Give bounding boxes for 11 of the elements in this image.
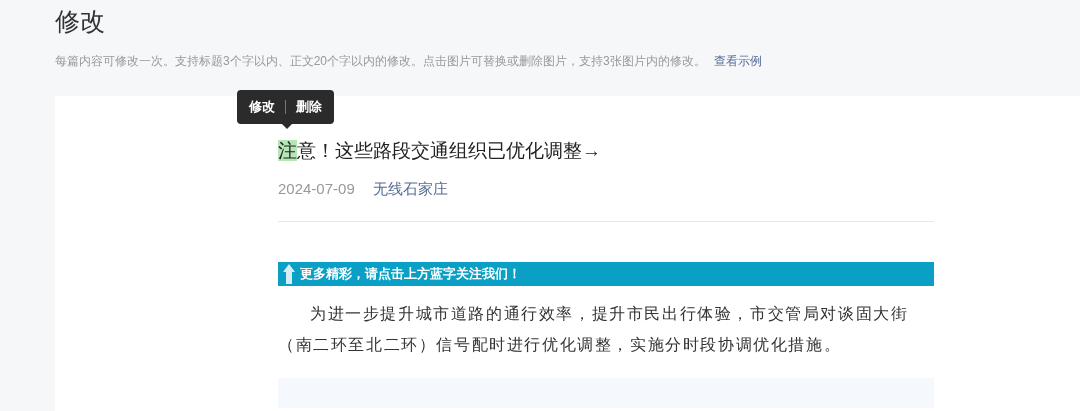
notice-text: 每篇内容可修改一次。支持标题3个字以内、正文20个字以内的修改。点击图片可替换或删除图片，支持3张图片内的修改。 查看示例: [55, 53, 763, 70]
author-link[interactable]: 无线石家庄: [372, 179, 448, 199]
article-paragraph: 为进一步提升城市道路的通行效率，提升市民出行体验，市交管局对谈固大街（南二环至北二环）信号配时进行优化调整，实施分时段协调优化措施。: [278, 304, 910, 355]
arrow-up-icon: [282, 264, 296, 284]
page-title: 修改: [55, 6, 106, 37]
example-link[interactable]: 查看示例: [713, 54, 762, 68]
tooltip-action[interactable]: 删除: [294, 98, 324, 116]
tooltip-action[interactable]: 修改: [247, 98, 277, 116]
banner-text: 更多精彩，请点击上方蓝字关注我们！: [300, 265, 521, 283]
publish-date: 2024-07-09: [278, 179, 355, 199]
article-title: 注意！这些路段交通组织已优化调整→: [278, 139, 602, 163]
